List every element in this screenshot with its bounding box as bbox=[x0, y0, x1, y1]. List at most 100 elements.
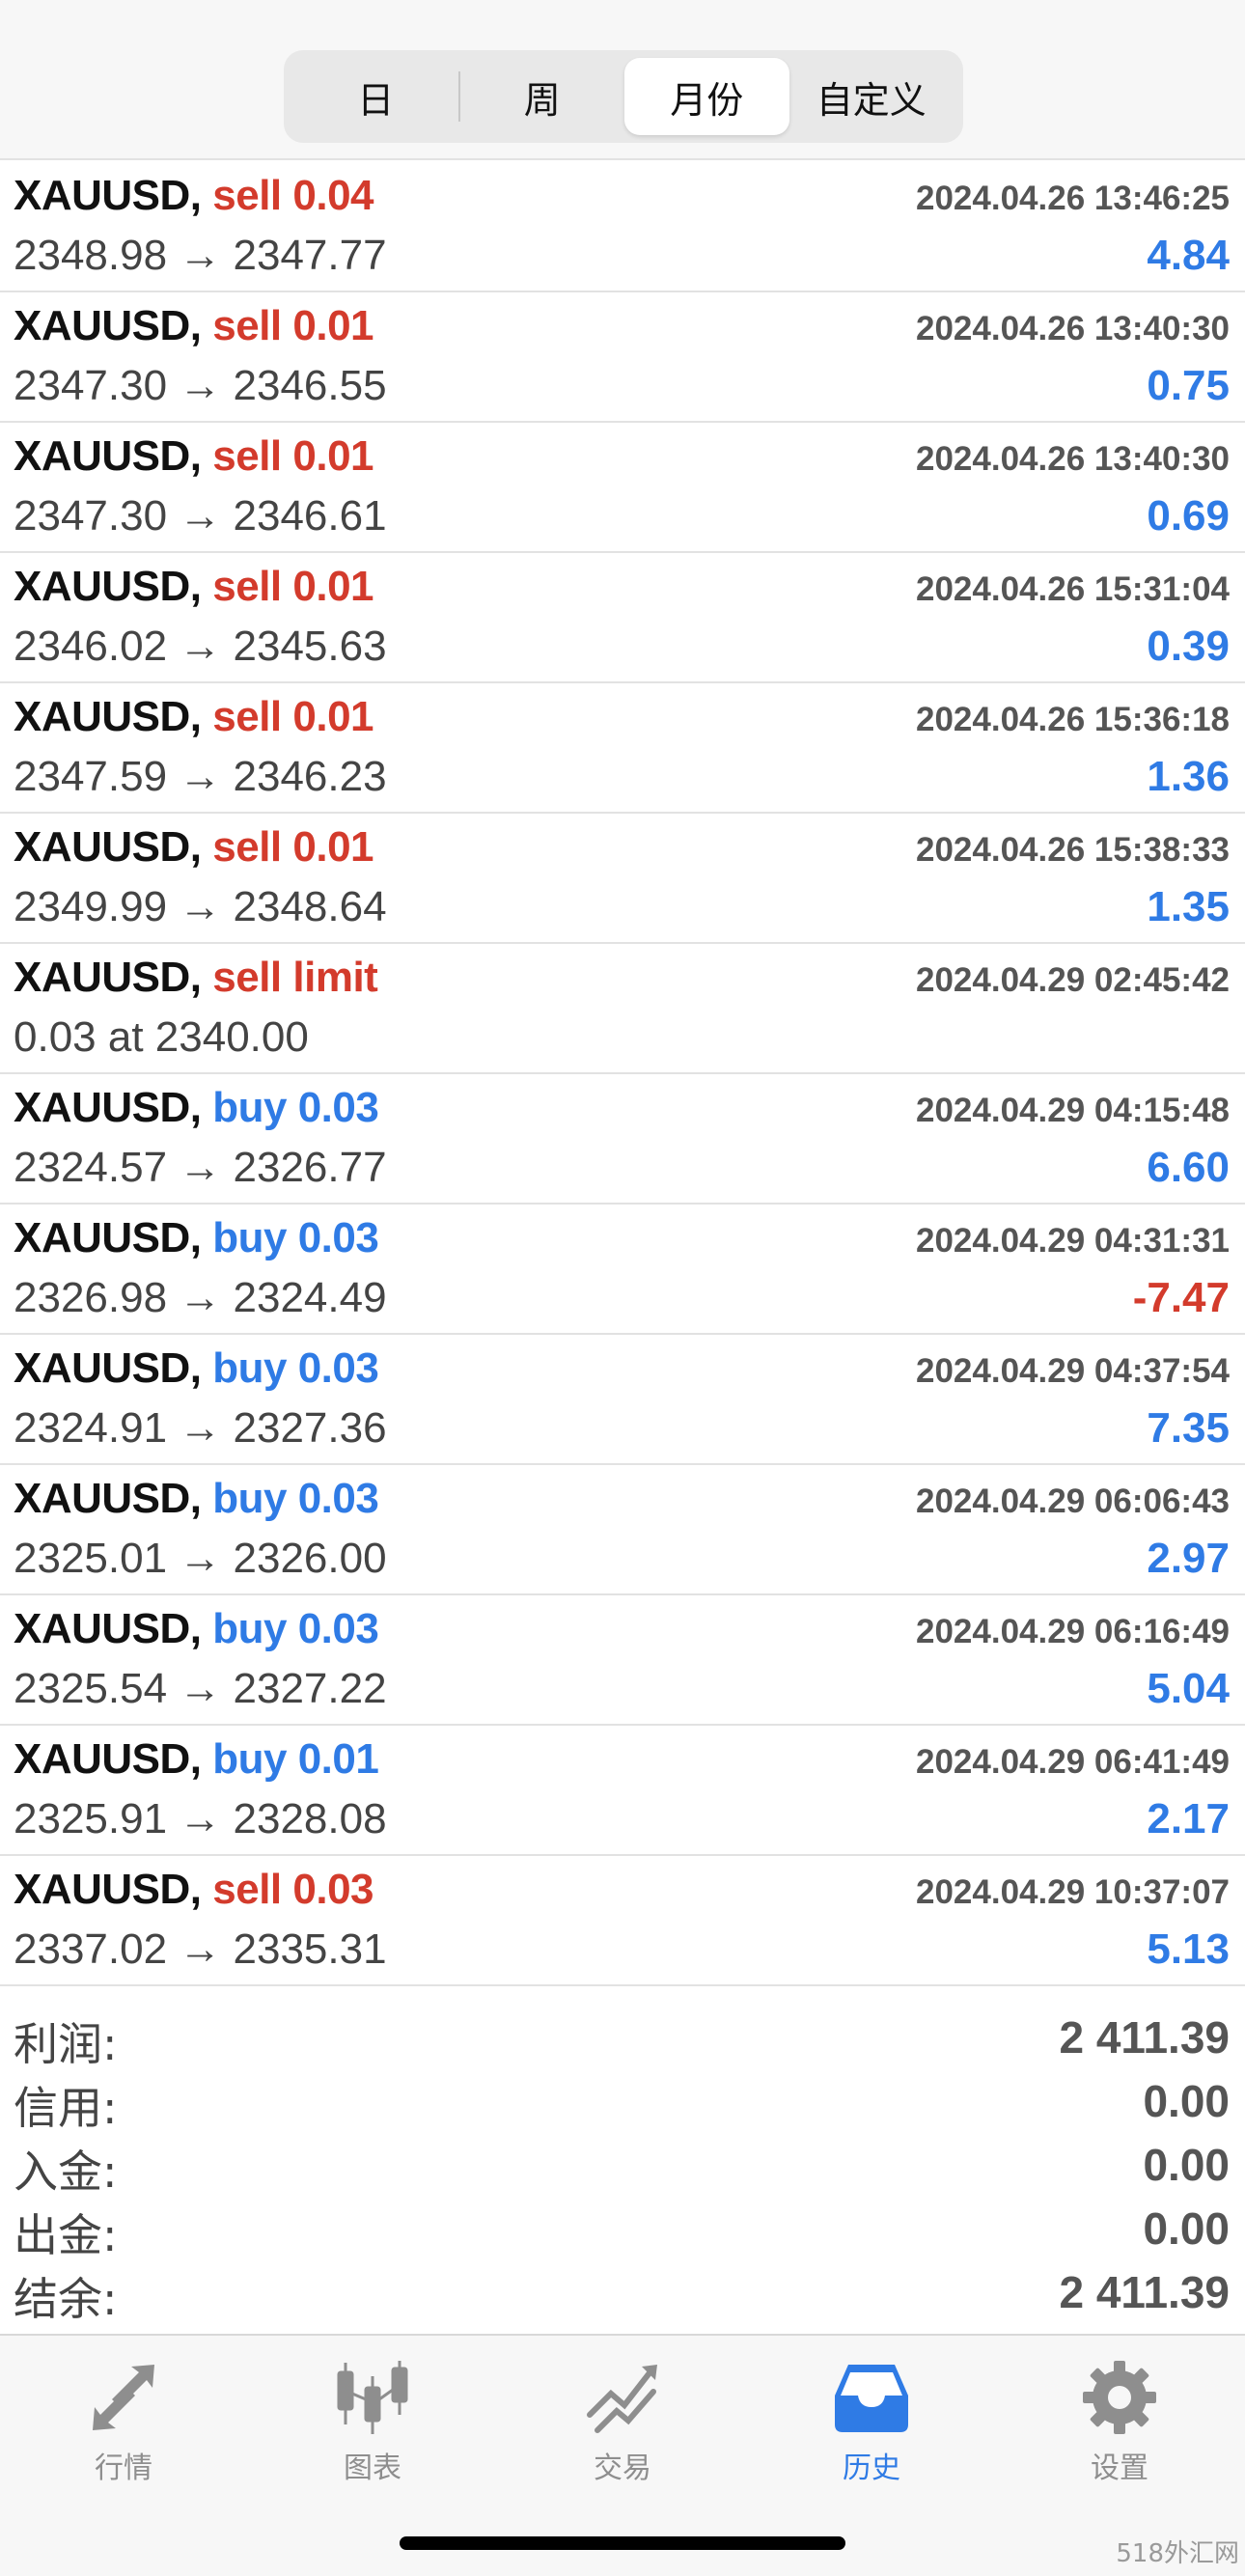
trade-profit: 5.13 bbox=[1147, 1925, 1230, 1973]
trade-row[interactable]: XAUUSD, sell 0.04 2024.04.26 13:46:25 2348… bbox=[0, 162, 1245, 292]
trade-action: sell 0.04 bbox=[212, 172, 374, 219]
trade-time: 2024.04.26 15:31:04 bbox=[916, 570, 1230, 608]
trade-row[interactable]: XAUUSD, buy 0.03 2024.04.29 04:15:48 2324.… bbox=[0, 1074, 1245, 1205]
symbol-name: XAUUSD, bbox=[14, 693, 202, 740]
trade-time: 2024.04.29 06:16:49 bbox=[916, 1613, 1230, 1650]
trade-symbol: XAUUSD, sell limit bbox=[14, 954, 378, 1002]
trade-action: sell 0.01 bbox=[212, 563, 374, 610]
trade-row[interactable]: XAUUSD, buy 0.03 2024.04.29 06:16:49 2325.… bbox=[0, 1595, 1245, 1726]
period-segmented-control: 日 周 月份 自定义 bbox=[284, 50, 963, 143]
symbol-name: XAUUSD, bbox=[14, 1866, 202, 1913]
trade-action: buy 0.03 bbox=[212, 1214, 379, 1261]
trade-profit: 7.35 bbox=[1147, 1404, 1230, 1452]
trade-action: sell 0.01 bbox=[212, 693, 374, 740]
segment-day[interactable]: 日 bbox=[293, 58, 458, 135]
summary-row: 出金: 0.00 bbox=[14, 2201, 1230, 2264]
trade-row[interactable]: XAUUSD, sell 0.01 2024.04.26 15:36:18 2347… bbox=[0, 683, 1245, 814]
trade-symbol: XAUUSD, buy 0.01 bbox=[14, 1735, 379, 1784]
segment-custom[interactable]: 自定义 bbox=[789, 58, 954, 135]
trade-action: sell 0.01 bbox=[212, 823, 374, 871]
gear-icon bbox=[1083, 2361, 1156, 2434]
segment-week[interactable]: 周 bbox=[460, 58, 625, 135]
trade-action: buy 0.03 bbox=[212, 1475, 379, 1522]
trade-profit: 5.04 bbox=[1147, 1665, 1230, 1712]
candlestick-chart-icon bbox=[337, 2361, 408, 2434]
trade-symbol: XAUUSD, buy 0.03 bbox=[14, 1605, 379, 1653]
trade-row[interactable]: XAUUSD, sell 0.01 2024.04.26 15:38:33 2349… bbox=[0, 814, 1245, 944]
trade-prices: 2347.59 → 2346.23 bbox=[14, 753, 387, 800]
trade-profit: 2.97 bbox=[1147, 1535, 1230, 1582]
trade-action: buy 0.03 bbox=[212, 1605, 379, 1652]
trade-time: 2024.04.29 06:41:49 bbox=[916, 1743, 1230, 1781]
trade-prices: 2324.91 → 2327.36 bbox=[14, 1404, 387, 1452]
symbol-name: XAUUSD, bbox=[14, 1084, 202, 1131]
trade-prices: 2325.54 → 2327.22 bbox=[14, 1665, 387, 1712]
trade-action: sell 0.03 bbox=[212, 1866, 374, 1913]
symbol-name: XAUUSD, bbox=[14, 172, 202, 219]
trade-symbol: XAUUSD, sell 0.01 bbox=[14, 302, 374, 350]
summary-value: 2 411.39 bbox=[1059, 2267, 1230, 2317]
trade-row[interactable]: XAUUSD, sell 0.03 2024.04.29 10:37:07 2337… bbox=[0, 1856, 1245, 1986]
trade-prices: 2347.30 → 2346.61 bbox=[14, 492, 387, 540]
symbol-name: XAUUSD, bbox=[14, 1214, 202, 1261]
trade-symbol: XAUUSD, sell 0.01 bbox=[14, 693, 374, 741]
summary-row: 利润: 2 411.39 bbox=[14, 2009, 1230, 2073]
symbol-name: XAUUSD, bbox=[14, 563, 202, 610]
trade-profit: 0.39 bbox=[1147, 623, 1230, 670]
trade-profit: 2.17 bbox=[1147, 1795, 1230, 1842]
trade-time: 2024.04.29 06:06:43 bbox=[916, 1482, 1230, 1520]
symbol-name: XAUUSD, bbox=[14, 1344, 202, 1392]
tab-quotes[interactable]: 行情 bbox=[27, 2357, 220, 2492]
trade-time: 2024.04.26 13:46:25 bbox=[916, 180, 1230, 217]
trade-profit: 1.35 bbox=[1147, 883, 1230, 930]
trade-prices: 0.03 at 2340.00 bbox=[14, 1013, 309, 1061]
symbol-name: XAUUSD, bbox=[14, 1735, 202, 1783]
trade-prices: 2347.30 → 2346.55 bbox=[14, 362, 387, 409]
trade-symbol: XAUUSD, buy 0.03 bbox=[14, 1344, 379, 1393]
trade-prices: 2324.57 → 2326.77 bbox=[14, 1144, 387, 1191]
trade-row[interactable]: XAUUSD, buy 0.03 2024.04.29 06:06:43 2325.… bbox=[0, 1465, 1245, 1595]
tab-history[interactable]: 历史 bbox=[775, 2357, 968, 2492]
trade-symbol: XAUUSD, sell 0.01 bbox=[14, 563, 374, 611]
trade-action: buy 0.01 bbox=[212, 1735, 379, 1783]
symbol-name: XAUUSD, bbox=[14, 302, 202, 349]
summary-label: 入金: bbox=[14, 2146, 118, 2198]
watermark: 518外汇网 bbox=[1116, 2539, 1239, 2568]
summary-label: 利润: bbox=[14, 2018, 118, 2070]
trade-symbol: XAUUSD, sell 0.01 bbox=[14, 432, 374, 481]
trade-symbol: XAUUSD, sell 0.03 bbox=[14, 1866, 374, 1914]
trade-action: buy 0.03 bbox=[212, 1084, 379, 1131]
top-bar: 日 周 月份 自定义 bbox=[0, 0, 1245, 160]
tab-settings[interactable]: 设置 bbox=[1023, 2357, 1216, 2492]
trade-prices: 2349.99 → 2348.64 bbox=[14, 883, 387, 930]
tab-history-label: 历史 bbox=[843, 2451, 900, 2485]
trade-row[interactable]: XAUUSD, sell 0.01 2024.04.26 13:40:30 2347… bbox=[0, 292, 1245, 423]
trade-time: 2024.04.26 15:38:33 bbox=[916, 831, 1230, 869]
trade-time: 2024.04.29 04:37:54 bbox=[916, 1352, 1230, 1390]
trade-row[interactable]: XAUUSD, buy 0.01 2024.04.29 06:41:49 2325.… bbox=[0, 1726, 1245, 1856]
symbol-name: XAUUSD, bbox=[14, 954, 202, 1001]
tab-chart-label: 图表 bbox=[344, 2451, 401, 2485]
trade-symbol: XAUUSD, buy 0.03 bbox=[14, 1084, 379, 1132]
tab-trade[interactable]: 交易 bbox=[526, 2357, 719, 2492]
tab-chart[interactable]: 图表 bbox=[276, 2357, 469, 2492]
trade-action: buy 0.03 bbox=[212, 1344, 379, 1392]
trade-row[interactable]: XAUUSD, buy 0.03 2024.04.29 04:31:31 2326.… bbox=[0, 1205, 1245, 1335]
segment-month[interactable]: 月份 bbox=[624, 58, 789, 135]
trade-profit: -7.47 bbox=[1132, 1274, 1230, 1321]
trade-prices: 2346.02 → 2345.63 bbox=[14, 623, 387, 670]
trade-row[interactable]: XAUUSD, buy 0.03 2024.04.29 04:37:54 2324.… bbox=[0, 1335, 1245, 1465]
trade-profit: 6.60 bbox=[1147, 1144, 1230, 1191]
trade-symbol: XAUUSD, buy 0.03 bbox=[14, 1214, 379, 1262]
trade-row[interactable]: XAUUSD, sell 0.01 2024.04.26 13:40:30 2347… bbox=[0, 423, 1245, 553]
summary-row: 信用: 0.00 bbox=[14, 2073, 1230, 2137]
trade-row[interactable]: XAUUSD, sell 0.01 2024.04.26 15:31:04 2346… bbox=[0, 553, 1245, 683]
quotes-arrows-icon bbox=[93, 2365, 154, 2430]
trade-action: sell 0.01 bbox=[212, 432, 374, 480]
summary-value: 0.00 bbox=[1143, 2076, 1230, 2126]
symbol-name: XAUUSD, bbox=[14, 1605, 202, 1652]
trade-history-list: XAUUSD, sell 0.04 2024.04.26 13:46:25 2348… bbox=[0, 162, 1245, 1986]
summary-value: 2 411.39 bbox=[1059, 2012, 1230, 2063]
trade-prices: 2325.01 → 2326.00 bbox=[14, 1535, 387, 1582]
trade-row[interactable]: XAUUSD, sell limit 2024.04.29 02:45:42 0.0… bbox=[0, 944, 1245, 1074]
